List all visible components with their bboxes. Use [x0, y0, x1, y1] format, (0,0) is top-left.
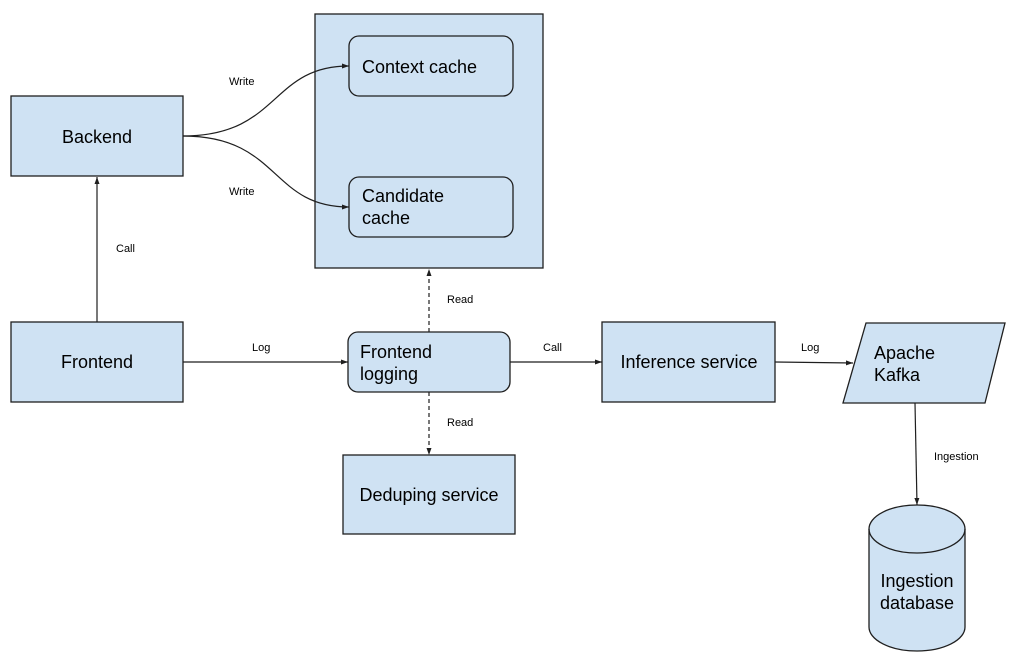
frontend-logging-node: Frontend logging [347, 331, 511, 393]
edge-frontend-to-backend: Call [94, 177, 135, 322]
edge-label-read-cache: Read [447, 294, 473, 306]
ingestion-database-node: Ingestion database [868, 504, 966, 652]
edge-frontend-logging-to-cache-group: Read [426, 269, 473, 332]
context-cache-node: Context cache [348, 35, 514, 97]
edge-frontend-logging-to-inference: Call [510, 342, 602, 365]
deduping-service-label: Deduping service [359, 485, 498, 505]
edge-label-ingestion: Ingestion [934, 451, 979, 463]
apache-kafka-node: Apache Kafka [842, 322, 1006, 404]
ingestion-database-label-line1: Ingestion [880, 571, 953, 591]
edge-kafka-to-ingestion-database: Ingestion [914, 402, 979, 506]
edge-label-call-inference: Call [543, 342, 562, 354]
backend-node: Backend [10, 95, 184, 177]
apache-kafka-label-line1: Apache [874, 343, 935, 363]
edge-label-write-candidate: Write [229, 186, 254, 198]
inference-service-node: Inference service [601, 321, 776, 403]
backend-label: Backend [62, 127, 132, 147]
frontend-label: Frontend [61, 352, 133, 372]
edge-label-log-kafka: Log [801, 342, 819, 354]
edge-label-read-deduping: Read [447, 417, 473, 429]
edge-label-write-context: Write [229, 76, 254, 88]
candidate-cache-node: Candidate cache [348, 176, 514, 238]
edge-inference-to-kafka: Log [774, 342, 854, 366]
inference-service-label: Inference service [620, 352, 757, 372]
candidate-cache-label-line1: Candidate [362, 186, 444, 206]
apache-kafka-label-line2: Kafka [874, 365, 921, 385]
candidate-cache-label-line2: cache [362, 208, 410, 228]
frontend-logging-label-line1: Frontend [360, 342, 432, 362]
edge-frontend-logging-to-deduping: Read [426, 392, 473, 455]
edge-label-call-backend: Call [116, 243, 135, 255]
frontend-logging-label-line2: logging [360, 364, 418, 384]
ingestion-database-label-line2: database [880, 593, 954, 613]
deduping-service-node: Deduping service [342, 454, 516, 535]
edge-frontend-to-frontend-logging: Log [183, 342, 348, 365]
context-cache-label: Context cache [362, 57, 477, 77]
frontend-node: Frontend [10, 321, 184, 403]
architecture-diagram: Context cache Candidate cache Backend Fr… [10, 13, 1006, 652]
edge-label-log-frontend: Log [252, 342, 270, 354]
